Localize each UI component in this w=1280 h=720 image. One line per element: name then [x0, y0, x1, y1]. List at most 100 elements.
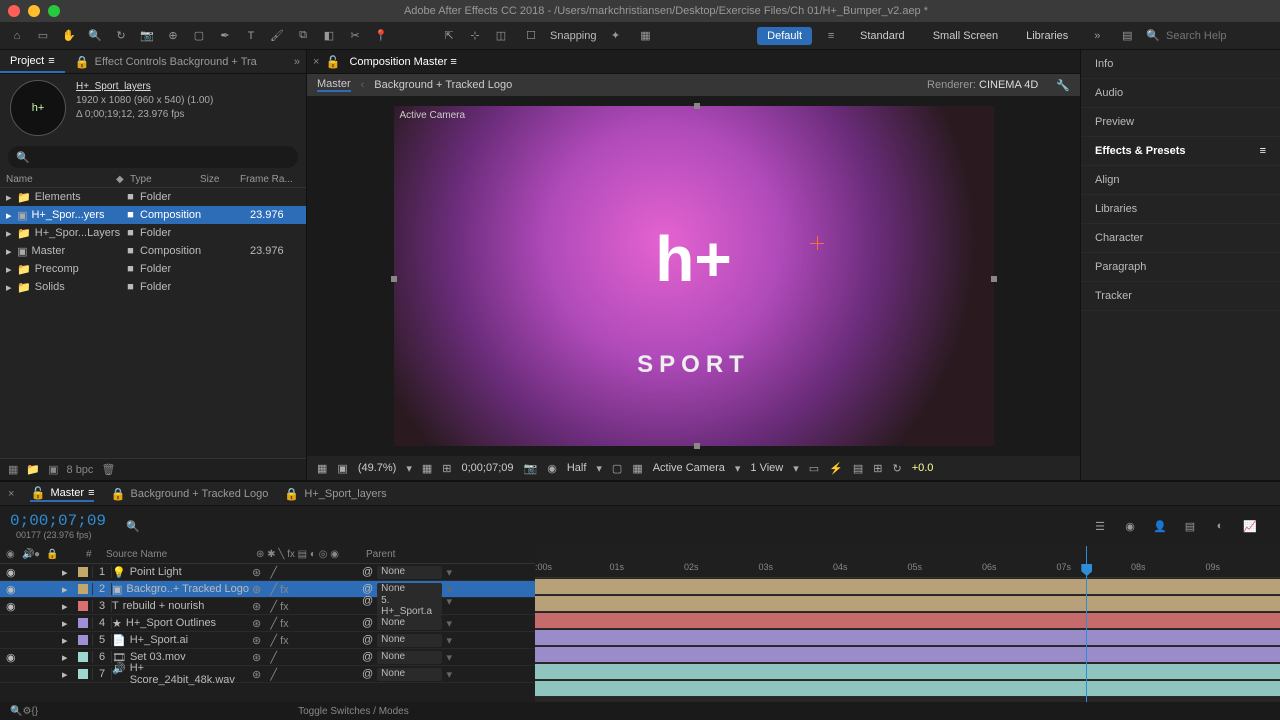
axis-world-icon[interactable]: ⊹	[464, 25, 486, 47]
graph-editor-icon[interactable]: 📈	[1240, 516, 1260, 536]
shape-tool-icon[interactable]: ▢	[188, 25, 210, 47]
minimize-window-icon[interactable]	[28, 5, 40, 17]
breadcrumb-bg-tracked[interactable]: Background + Tracked Logo	[374, 79, 512, 91]
view-layout-select[interactable]: 1 View	[750, 462, 783, 474]
channel-icon[interactable]: ◉	[547, 462, 557, 475]
layer-bar[interactable]	[535, 664, 1280, 679]
visibility-toggle[interactable]: ◉	[6, 651, 22, 664]
panel-audio[interactable]: Audio	[1081, 79, 1280, 108]
pickwhip-icon[interactable]: @	[362, 617, 373, 630]
parent-select[interactable]: None	[377, 668, 442, 681]
col-size[interactable]: Size	[200, 174, 240, 185]
col-name[interactable]: Name	[6, 174, 116, 185]
shy-icon[interactable]: 👤	[1150, 516, 1170, 536]
reset-exposure-icon[interactable]: ↻	[892, 462, 901, 475]
timeline-timecode[interactable]: 0;00;07;09	[10, 512, 106, 530]
resolution-grid-icon[interactable]: ▦	[422, 462, 432, 475]
snap-option-icon[interactable]: ✦	[605, 25, 627, 47]
parent-select[interactable]: None	[377, 617, 442, 630]
timeline-layer-row[interactable]: ▸ 5 📄H+_Sport.ai ⊛ ╱ fx @None▾	[0, 632, 535, 649]
parent-select[interactable]: None	[377, 566, 442, 579]
pickwhip-icon[interactable]: @	[362, 668, 373, 681]
timeline-tab-bg[interactable]: 🔒 Background + Tracked Logo	[110, 487, 268, 501]
timeline-search-icon[interactable]: 🔍	[126, 520, 140, 533]
layer-bar[interactable]	[535, 596, 1280, 611]
renderer-options-icon[interactable]: 🔧	[1056, 79, 1070, 92]
layer-color-chip[interactable]	[78, 669, 88, 679]
close-window-icon[interactable]	[8, 5, 20, 17]
label-col-icon[interactable]: ◆	[116, 174, 124, 185]
layer-color-chip[interactable]	[78, 618, 88, 628]
parent-select[interactable]: None	[377, 651, 442, 664]
safe-zones-icon[interactable]: ⊞	[442, 462, 451, 475]
hand-tool-icon[interactable]: ✋	[58, 25, 80, 47]
anchor-point-icon[interactable]	[810, 236, 824, 250]
parent-select[interactable]: 5. H+_Sport.a	[377, 595, 442, 617]
project-item[interactable]: ▸ 📁H+_Spor...Layers ■ Folder	[0, 224, 306, 242]
layer-color-chip[interactable]	[78, 652, 88, 662]
timeline-track[interactable]	[535, 595, 1280, 612]
resolution-select[interactable]: Half	[567, 462, 587, 474]
panel-libraries[interactable]: Libraries	[1081, 195, 1280, 224]
tab-menu-icon[interactable]: ≡	[450, 56, 456, 68]
parent-select[interactable]: None	[377, 583, 442, 596]
puppet-tool-icon[interactable]: 📍	[370, 25, 392, 47]
camera-select[interactable]: Active Camera	[653, 462, 725, 474]
chevron-left-icon[interactable]: ‹	[361, 79, 365, 91]
axis-view-icon[interactable]: ◫	[490, 25, 512, 47]
toggle-rgb-icon[interactable]: ▣	[337, 462, 347, 475]
col-type[interactable]: Type	[130, 174, 200, 185]
visibility-toggle[interactable]: ◉	[6, 566, 22, 579]
layer-bar[interactable]	[535, 613, 1280, 628]
zoom-level[interactable]: (49.7%)	[358, 462, 397, 474]
project-item[interactable]: ▸ ▣H+_Spor...yers ■ Composition 23.976	[0, 206, 306, 224]
workspace-menu-icon[interactable]: ≡	[820, 25, 842, 47]
panel-preview[interactable]: Preview	[1081, 108, 1280, 137]
frame-blend-icon[interactable]: ▤	[1180, 516, 1200, 536]
timeline-layer-row[interactable]: ◉ ▸ 6 🎞Set 03.mov ⊛ ╱ @None▾	[0, 649, 535, 666]
camera-menu-icon[interactable]: ▾	[735, 462, 741, 475]
layer-color-chip[interactable]	[78, 567, 88, 577]
panel-character[interactable]: Character	[1081, 224, 1280, 253]
timeline-track[interactable]	[535, 680, 1280, 697]
workspace-default[interactable]: Default	[757, 27, 812, 45]
fast-preview-icon[interactable]: ⚡	[829, 462, 843, 475]
workspace-overflow-icon[interactable]: »	[1086, 25, 1108, 47]
pen-tool-icon[interactable]: ✒	[214, 25, 236, 47]
motion-blur-icon[interactable]: ◐	[1210, 516, 1230, 536]
timeline-layer-row[interactable]: ◉ ▸ 3 Trebuild + nourish ⊛ ╱ fx @5. H+_S…	[0, 598, 535, 615]
col-source-name[interactable]: Source Name	[106, 549, 256, 560]
current-time[interactable]: 0;00;07;09	[462, 462, 514, 474]
timeline-layer-row[interactable]: ◉ ▸ 2 ▣Backgro..+ Tracked Logo ⊛ ╱ fx @N…	[0, 581, 535, 598]
layer-bar[interactable]	[535, 579, 1280, 594]
draft-3d-icon[interactable]: ◉	[1120, 516, 1140, 536]
zoom-window-icon[interactable]	[48, 5, 60, 17]
workspace-standard[interactable]: Standard	[850, 27, 915, 45]
clone-tool-icon[interactable]: ⧉	[292, 25, 314, 47]
trash-icon[interactable]: 🗑	[101, 463, 115, 476]
parent-select[interactable]: None	[377, 634, 442, 647]
current-time-indicator[interactable]	[1086, 546, 1087, 702]
timeline-layer-row[interactable]: ▸ 7 🔊H+ Score_24bit_48k.wav ⊛ ╱ @None▾	[0, 666, 535, 683]
search-help[interactable]: 🔍	[1146, 29, 1274, 42]
project-item[interactable]: ▸ 📁Solids ■ Folder	[0, 278, 306, 296]
roi-icon[interactable]: ▢	[612, 462, 622, 475]
panel-menu-icon[interactable]: ▤	[1116, 25, 1138, 47]
workspace-small-screen[interactable]: Small Screen	[923, 27, 1008, 45]
timeline-track[interactable]	[535, 646, 1280, 663]
selection-tool-icon[interactable]: ▭	[32, 25, 54, 47]
transparency-grid-icon[interactable]: ▦	[632, 462, 642, 475]
lock-icon[interactable]: 🔓	[325, 55, 341, 69]
tab-composition[interactable]: Composition Master ≡	[341, 53, 464, 71]
composition-viewer[interactable]: Active Camera h+ SPORT	[307, 96, 1080, 456]
zoom-tool-icon[interactable]: 🔍	[84, 25, 106, 47]
visibility-toggle[interactable]: ◉	[6, 600, 22, 613]
timeline-tab-master[interactable]: 🔓 Master ≡	[30, 486, 94, 502]
panel-menu-icon[interactable]: ≡	[1260, 145, 1266, 157]
timeline-track[interactable]	[535, 612, 1280, 629]
view-menu-icon[interactable]: ▾	[793, 462, 799, 475]
snapping-checkbox[interactable]: ☐	[520, 25, 542, 47]
project-item[interactable]: ▸ 📁Elements ■ Folder	[0, 188, 306, 206]
toggle-alpha-icon[interactable]: ▦	[317, 462, 327, 475]
panel-effects-presets[interactable]: Effects & Presets≡	[1081, 137, 1280, 166]
